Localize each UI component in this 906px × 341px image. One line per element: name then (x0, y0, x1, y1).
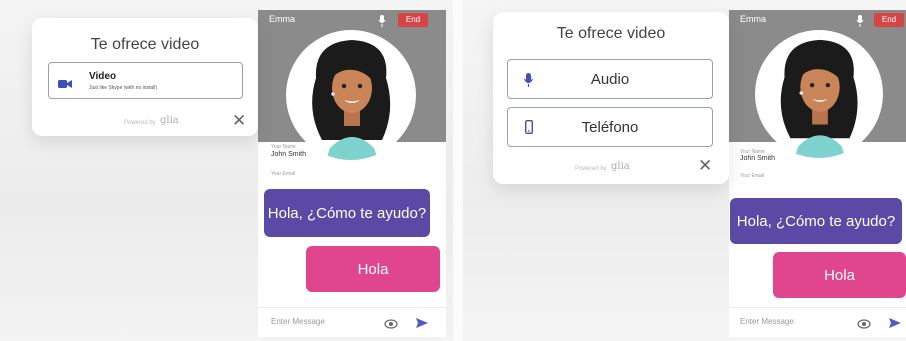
right-media-offer-dialog: Te ofrece video Audio Teléfono Powered b… (493, 12, 729, 184)
message-input[interactable]: Enter Message (271, 317, 325, 326)
message-input-bar: Enter Message (729, 307, 906, 337)
close-icon[interactable]: ✕ (232, 112, 246, 129)
end-call-button[interactable]: End (398, 13, 428, 27)
left-chat-panel: Emma End Your Name John Smith Your Email… (258, 10, 446, 337)
agent-avatar (755, 30, 883, 158)
agent-photo-area (258, 30, 446, 160)
name-field-label: Your Name (271, 144, 296, 150)
send-icon[interactable] (415, 316, 429, 334)
powered-by-label: Powered by (124, 120, 156, 126)
agent-avatar (286, 30, 416, 160)
name-field-value: John Smith (740, 155, 776, 162)
audio-option-button[interactable]: Audio (507, 59, 713, 99)
message-input[interactable]: Enter Message (740, 317, 794, 326)
left-media-offer-dialog: Te ofrece video Video Just like Skype (w… (32, 18, 258, 136)
agent-message-text: Hola, ¿Cómo te ayudo? (736, 212, 896, 230)
close-icon[interactable]: ✕ (698, 157, 712, 174)
phone-option-label: Teléfono (581, 119, 639, 136)
audio-option-label: Audio (590, 71, 630, 88)
email-field-label: Your Email (740, 173, 764, 179)
offer-title: Te ofrece video (556, 25, 666, 42)
video-option-description: Just like Skype (with no install) (89, 85, 158, 91)
agent-message-bubble: Hola, ¿Cómo te ayudo? (264, 189, 430, 237)
send-icon[interactable] (888, 316, 902, 334)
user-message-text: Hola (824, 266, 855, 284)
message-input-bar: Enter Message (258, 307, 446, 337)
panel-divider (453, 0, 463, 341)
agent-name: Emma (740, 14, 767, 24)
video-camera-icon (58, 76, 72, 94)
powered-by-label: Powered by (575, 166, 607, 172)
offer-title: Te ofrece video (90, 36, 200, 53)
video-option-label: Video (89, 71, 117, 82)
phone-option-button[interactable]: Teléfono (507, 107, 713, 147)
end-call-button[interactable]: End (874, 13, 904, 27)
agent-message-text: Hola, ¿Cómo te ayudo? (267, 204, 427, 222)
eye-icon[interactable] (857, 316, 871, 334)
agent-message-bubble: Hola, ¿Cómo te ayudo? (730, 198, 902, 244)
agent-name: Emma (269, 14, 296, 24)
agent-photo-area (729, 30, 906, 158)
video-option-button[interactable]: Video Just like Skype (with no install) (48, 62, 243, 99)
user-message-text: Hola (357, 260, 389, 278)
chat-header: Emma End (729, 10, 906, 30)
name-field-value: John Smith (271, 151, 307, 158)
chat-header: Emma End (258, 10, 446, 30)
user-message-bubble: Hola (306, 246, 440, 292)
glia-logo: glia (160, 115, 179, 126)
eye-icon[interactable] (384, 316, 398, 334)
user-message-bubble: Hola (773, 252, 906, 298)
right-chat-panel: Emma End Your Name John Smith Your Email… (729, 10, 906, 337)
glia-logo: glia (611, 161, 630, 172)
email-field-label: Your Email (271, 171, 295, 177)
